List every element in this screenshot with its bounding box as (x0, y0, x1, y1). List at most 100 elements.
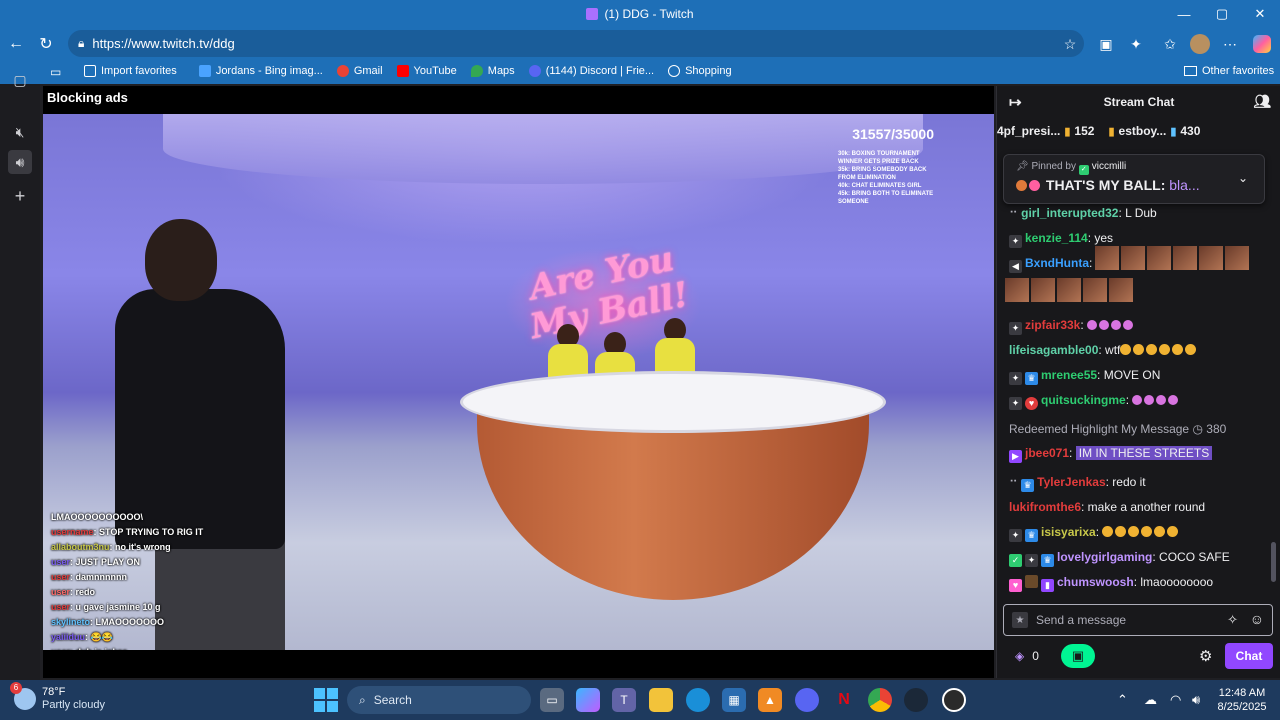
other-favorites[interactable]: Other favorites (1184, 65, 1274, 77)
chat-message[interactable]: ⠒ ♛ TylerJenkas: redo it (1009, 475, 1146, 492)
chat-message[interactable]: ◀ BxndHunta: (1009, 246, 1249, 273)
file-explorer-icon[interactable] (649, 688, 673, 712)
chat-message[interactable]: lifeisagamble00: wtf (1009, 343, 1198, 357)
network-icon[interactable]: ☁ (1144, 692, 1157, 708)
system-clock[interactable]: 12:48 AM 8/25/2025 (1212, 686, 1272, 714)
community-icon[interactable]: 👥︎ (1253, 93, 1271, 110)
profile-avatar[interactable] (1188, 32, 1212, 56)
chat-message[interactable]: lukifromthe6: make a another round (1009, 500, 1205, 514)
chevron-down-icon[interactable]: ⌄ (1238, 171, 1248, 185)
navigation-bar: ← ↻ 🔒︎ https://www.twitch.tv/ddg ☆ ▣ ✦ ✩… (0, 28, 1280, 60)
volume-icon[interactable]: 🔊︎ (1192, 692, 1200, 708)
favorite-bing[interactable]: Jordans - Bing imag... (198, 65, 323, 77)
taskbar-search[interactable]: ⌕ Search (347, 686, 531, 714)
maximize-button[interactable]: ▢ (1202, 0, 1242, 28)
overlay-line: user: JUST PLAY ON (51, 557, 141, 567)
contestant (655, 318, 695, 378)
minimize-button[interactable]: — (1164, 0, 1204, 28)
leader-item[interactable]: 4pf_presi... ▮ 152 (997, 124, 1094, 138)
sub-badge-icon: ✦ (1009, 529, 1022, 542)
chat-message[interactable]: ♥ ▮ chumswoosh: lmaoooooooo (1009, 575, 1213, 592)
edge-icon[interactable] (686, 688, 710, 712)
crown-badge-icon: ♛ (1041, 554, 1054, 567)
goal-counter: 31557/35000 (852, 126, 934, 142)
close-button[interactable]: ✕ (1240, 0, 1280, 28)
chevron-up-icon[interactable]: ⌃ (1117, 692, 1128, 708)
chat-settings-icon[interactable]: ⚙ (1199, 647, 1212, 665)
discord-icon (528, 65, 541, 77)
crown-badge-icon: ♛ (1021, 479, 1035, 492)
sparkle-icon[interactable]: ✧ (1227, 612, 1238, 628)
chat-title: Stream Chat (1103, 95, 1175, 109)
favorites-icon[interactable]: ✩ (1158, 32, 1182, 56)
highlighted-message[interactable]: ▶ jbee071: IM IN THESE STREETS (1009, 446, 1213, 463)
favorite-import[interactable]: Import favorites (84, 65, 177, 77)
import-icon (84, 65, 96, 77)
copilot-icon[interactable] (1250, 32, 1274, 56)
app-recording-icon[interactable] (942, 688, 966, 712)
task-view-icon[interactable]: ▭ (540, 688, 564, 712)
favorite-discord[interactable]: (1144) Discord | Frie... (528, 65, 654, 77)
avatar-badge-icon (1025, 575, 1038, 588)
heart-emoji-icon (1029, 180, 1040, 191)
gift-leaderboard[interactable]: 4pf_presi... ▮ 152 ▮ estboy... ▮ 430 (997, 120, 1280, 142)
add-icon[interactable]: + (8, 184, 32, 208)
favorite-youtube[interactable]: YouTube (396, 65, 457, 77)
collapse-chat-icon[interactable]: ↦ (1009, 93, 1022, 111)
speaker-icon[interactable]: 🔊︎ (8, 150, 32, 174)
twitch-extension-icon[interactable]: ▣ (1094, 32, 1118, 56)
overlay-chat: LMAOOOOOOOOOO\ username: STOP TRYING TO … (51, 510, 221, 660)
sub-badge-icon: ✦ (1009, 235, 1022, 248)
emote-star-icon[interactable]: ★ (1012, 612, 1028, 628)
app-icon[interactable]: ▲ (758, 688, 782, 712)
emoji-picker-icon[interactable]: ☺ (1250, 611, 1264, 627)
channel-points[interactable]: ◈ 0 (1015, 649, 1039, 663)
stream-video-frame[interactable]: 31557/35000 30k: BOXING TOURNAMENT WINNE… (43, 114, 994, 657)
pinned-message[interactable]: 📌︎ Pinned by ✓ viccmilli THAT'S MY BALL: … (1003, 154, 1265, 204)
favorite-maps[interactable]: Maps (470, 65, 515, 77)
steam-icon[interactable] (904, 688, 928, 712)
chat-message[interactable]: ✓ ✦ ♛ lovelygirlgaming: COCO SAFE (1009, 550, 1230, 567)
extensions-icon[interactable]: ✦ (1124, 32, 1148, 56)
chat-send-button[interactable]: Chat (1225, 643, 1273, 669)
studio-desk (463, 374, 883, 604)
chat-input-placeholder: Send a message (1036, 613, 1127, 627)
leader-item[interactable]: ▮ estboy... ▮ 430 (1104, 124, 1200, 138)
copilot-app-icon[interactable] (576, 688, 600, 712)
tab-panel-icon[interactable]: ▢ (8, 68, 32, 92)
tab-actions-icon[interactable]: ▭ (50, 65, 61, 79)
store-icon[interactable]: ▦ (722, 688, 746, 712)
chat-message[interactable]: ✦ ♛ mrenee55: MOVE ON (1009, 368, 1160, 385)
lock-icon: 🔒︎ (78, 36, 85, 50)
chat-message[interactable]: ⠒ girl_interupted32: L Dub (1009, 206, 1157, 220)
chat-message[interactable]: ✦ ♛ isisyarixa: (1009, 525, 1180, 542)
youtube-icon (396, 65, 409, 77)
favorite-shopping[interactable]: Shopping (668, 65, 732, 77)
chat-input[interactable]: ★ Send a message ✧ ☺ (1003, 604, 1273, 636)
netflix-icon[interactable]: N (832, 688, 856, 712)
weather-widget[interactable]: 6 78°F Partly cloudy (10, 682, 105, 712)
gift-button[interactable]: ▣ (1061, 644, 1095, 668)
favorite-gmail[interactable]: Gmail (336, 65, 383, 77)
discord-icon[interactable] (795, 688, 819, 712)
overlay-line: yaiiiduu: 😂😂 (51, 632, 113, 642)
teams-icon[interactable]: T (612, 688, 636, 712)
refresh-button[interactable]: ↻ (32, 30, 60, 58)
shopping-icon (668, 65, 681, 77)
chat-message[interactable]: ✦ ♥ quitsuckingme: (1009, 393, 1180, 410)
overlay-line: user: u gave jasmine 10 g (51, 602, 161, 612)
google-icon (336, 65, 349, 77)
video-player[interactable]: Blocking ads 31557/35000 30k: BOXING TOU… (43, 86, 994, 678)
sub-badge-icon: ✦ (1009, 372, 1022, 385)
more-options-icon[interactable]: ⋯ (1218, 32, 1242, 56)
chat-scrollbar[interactable] (1271, 542, 1276, 582)
chrome-icon[interactable] (868, 688, 892, 712)
favorite-star-icon[interactable]: ☆ (1058, 32, 1082, 56)
wifi-icon[interactable]: ◠ (1170, 692, 1181, 708)
mute-icon[interactable]: 🔇︎ (8, 120, 32, 144)
start-button[interactable] (314, 688, 338, 712)
address-bar[interactable]: 🔒︎ https://www.twitch.tv/ddg (68, 30, 1084, 57)
chat-message[interactable]: ✦ zipfair33k: (1009, 318, 1135, 335)
studio-ceiling (163, 114, 923, 184)
back-button[interactable]: ← (2, 30, 30, 58)
